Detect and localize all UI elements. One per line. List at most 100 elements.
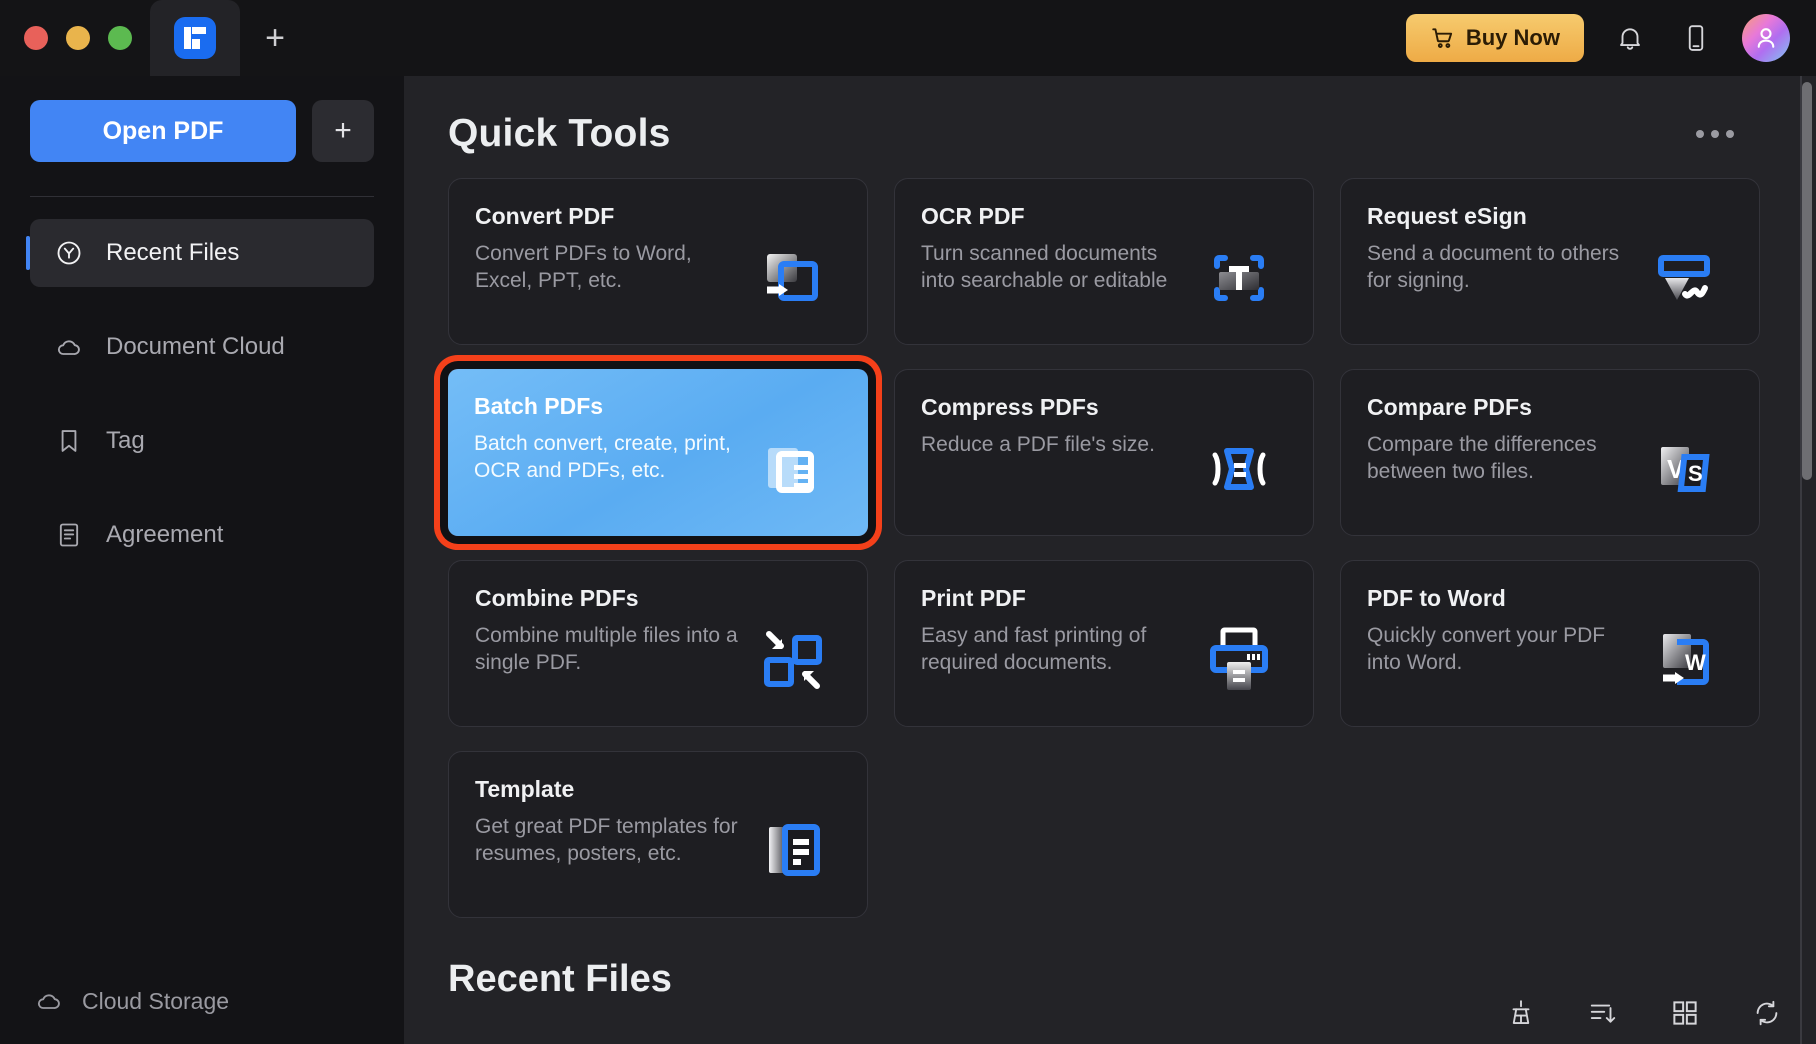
tool-card-print-pdf[interactable]: Print PDF Easy and fast printing of requ…	[894, 560, 1314, 727]
cloud-storage-label: Cloud Storage	[82, 987, 230, 1014]
quick-tools-grid: Convert PDF Convert PDFs to Word, Excel,…	[448, 178, 1760, 918]
quick-tools-header: Quick Tools	[448, 112, 1756, 156]
tool-card-ocr-pdf[interactable]: OCR PDF Turn scanned documents into sear…	[894, 178, 1314, 345]
cloud-icon	[34, 986, 64, 1016]
main-inner: Quick Tools Convert PDF Convert PDFs to …	[404, 76, 1816, 918]
close-window-button[interactable]	[24, 26, 48, 50]
template-icon	[745, 776, 841, 893]
add-file-button[interactable]: +	[312, 100, 374, 162]
sidebar-divider	[30, 196, 374, 197]
card-title: Print PDF	[921, 585, 1026, 611]
sidebar-item-recent-files[interactable]: Recent Files	[26, 219, 374, 287]
svg-text:W: W	[1685, 650, 1706, 675]
clean-broom-icon[interactable]	[1504, 996, 1538, 1030]
compare-pdfs-icon: V S	[1637, 394, 1733, 511]
page-title: Quick Tools	[448, 112, 671, 155]
card-text: Print PDF Easy and fast printing of requ…	[921, 585, 1191, 702]
refresh-icon[interactable]	[1750, 996, 1784, 1030]
card-text: Request eSign Send a document to others …	[1367, 203, 1637, 320]
card-title: Compare PDFs	[1367, 394, 1532, 420]
card-description: Combine multiple files into a single PDF…	[475, 624, 738, 675]
bottom-toolbar	[1504, 996, 1784, 1030]
request-esign-icon	[1637, 203, 1733, 320]
card-description: Compare the differences between two file…	[1367, 433, 1597, 484]
tool-card-convert-pdf[interactable]: Convert PDF Convert PDFs to Word, Excel,…	[448, 178, 868, 345]
phone-icon[interactable]	[1676, 18, 1716, 58]
sort-descending-icon[interactable]	[1586, 996, 1620, 1030]
tool-card-batch-pdfs[interactable]: Batch PDFs Batch convert, create, print,…	[448, 369, 868, 536]
main-content: Quick Tools Convert PDF Convert PDFs to …	[404, 76, 1816, 1044]
scrollbar-thumb[interactable]	[1802, 82, 1812, 480]
window-controls	[0, 26, 150, 50]
tool-card-request-esign[interactable]: Request eSign Send a document to others …	[1340, 178, 1760, 345]
card-description: Batch convert, create, print, OCR and PD…	[474, 432, 731, 483]
card-text: OCR PDF Turn scanned documents into sear…	[921, 203, 1191, 320]
cloud-storage-button[interactable]: Cloud Storage	[0, 986, 404, 1044]
buy-now-label: Buy Now	[1465, 25, 1560, 50]
ocr-pdf-icon	[1191, 203, 1287, 320]
combine-pdfs-icon	[745, 585, 841, 702]
clock-icon	[54, 238, 84, 268]
card-description: Convert PDFs to Word, Excel, PPT, etc.	[475, 242, 692, 293]
tool-card-pdf-to-word[interactable]: PDF to Word Quickly convert your PDF int…	[1340, 560, 1760, 727]
tool-card-combine-pdfs[interactable]: Combine PDFs Combine multiple files into…	[448, 560, 868, 727]
pdfelement-logo-icon	[174, 17, 216, 59]
sidebar-item-label: Agreement	[106, 521, 224, 548]
card-text: Compress PDFs Reduce a PDF file's size.	[921, 394, 1191, 511]
card-text: PDF to Word Quickly convert your PDF int…	[1367, 585, 1637, 702]
cart-icon	[1430, 25, 1456, 51]
minimize-window-button[interactable]	[66, 26, 90, 50]
sidebar-item-label: Document Cloud	[106, 333, 285, 360]
titlebar-spacer	[310, 0, 1406, 76]
card-text: Compare PDFs Compare the differences bet…	[1367, 394, 1637, 511]
application-window: + Buy Now Open PDF + Recent Files Docume…	[0, 0, 1816, 1044]
card-title: OCR PDF	[921, 203, 1025, 229]
document-tab[interactable]	[150, 0, 240, 76]
sidebar-item-label: Tag	[106, 427, 145, 454]
document-lines-icon	[54, 520, 84, 550]
card-description: Send a document to others for signing.	[1367, 242, 1620, 293]
card-text: Convert PDF Convert PDFs to Word, Excel,…	[475, 203, 745, 320]
card-text: Combine PDFs Combine multiple files into…	[475, 585, 745, 702]
card-description: Get great PDF templates for resumes, pos…	[475, 815, 738, 866]
sidebar-nav: Recent Files Document Cloud Tag Agreemen…	[0, 219, 404, 569]
card-title: Request eSign	[1367, 203, 1527, 229]
recent-files-heading: Recent Files	[448, 958, 672, 1000]
sidebar-item-tag[interactable]: Tag	[30, 407, 374, 475]
card-text: Template Get great PDF templates for res…	[475, 776, 745, 893]
svg-text:S: S	[1688, 461, 1703, 486]
compress-pdfs-icon	[1191, 394, 1287, 511]
sidebar-item-document-cloud[interactable]: Document Cloud	[30, 313, 374, 381]
new-tab-button[interactable]: +	[240, 0, 310, 76]
tool-card-compress-pdfs[interactable]: Compress PDFs Reduce a PDF file's size.	[894, 369, 1314, 536]
card-title: Template	[475, 776, 575, 802]
more-options-icon[interactable]	[1686, 120, 1744, 148]
bookmark-icon	[54, 426, 84, 456]
sidebar: Open PDF + Recent Files Document Cloud T…	[0, 76, 404, 1044]
card-description: Reduce a PDF file's size.	[921, 433, 1155, 456]
title-bar: + Buy Now	[0, 0, 1816, 76]
titlebar-actions: Buy Now	[1405, 0, 1816, 76]
cloud-icon	[54, 332, 84, 362]
card-description: Turn scanned documents into searchable o…	[921, 242, 1168, 293]
tool-card-template[interactable]: Template Get great PDF templates for res…	[448, 751, 868, 918]
grid-view-icon[interactable]	[1668, 996, 1702, 1030]
card-title: Combine PDFs	[475, 585, 639, 611]
card-title: Convert PDF	[475, 203, 615, 229]
tool-card-compare-pdfs[interactable]: Compare PDFs Compare the differences bet…	[1340, 369, 1760, 536]
card-text: Batch PDFs Batch convert, create, print,…	[474, 393, 746, 512]
open-pdf-button[interactable]: Open PDF	[30, 100, 296, 162]
buy-now-button[interactable]: Buy Now	[1405, 14, 1584, 62]
zoom-window-button[interactable]	[108, 26, 132, 50]
card-description: Quickly convert your PDF into Word.	[1367, 624, 1606, 675]
user-avatar[interactable]	[1742, 14, 1790, 62]
convert-pdf-icon	[745, 203, 841, 320]
app-body: Open PDF + Recent Files Document Cloud T…	[0, 76, 1816, 1044]
card-title: Batch PDFs	[474, 393, 604, 419]
sidebar-open-row: Open PDF +	[0, 100, 404, 162]
bell-icon[interactable]	[1610, 18, 1650, 58]
card-title: PDF to Word	[1367, 585, 1506, 611]
sidebar-item-agreement[interactable]: Agreement	[30, 501, 374, 569]
card-title: Compress PDFs	[921, 394, 1099, 420]
sidebar-item-label: Recent Files	[106, 239, 240, 266]
